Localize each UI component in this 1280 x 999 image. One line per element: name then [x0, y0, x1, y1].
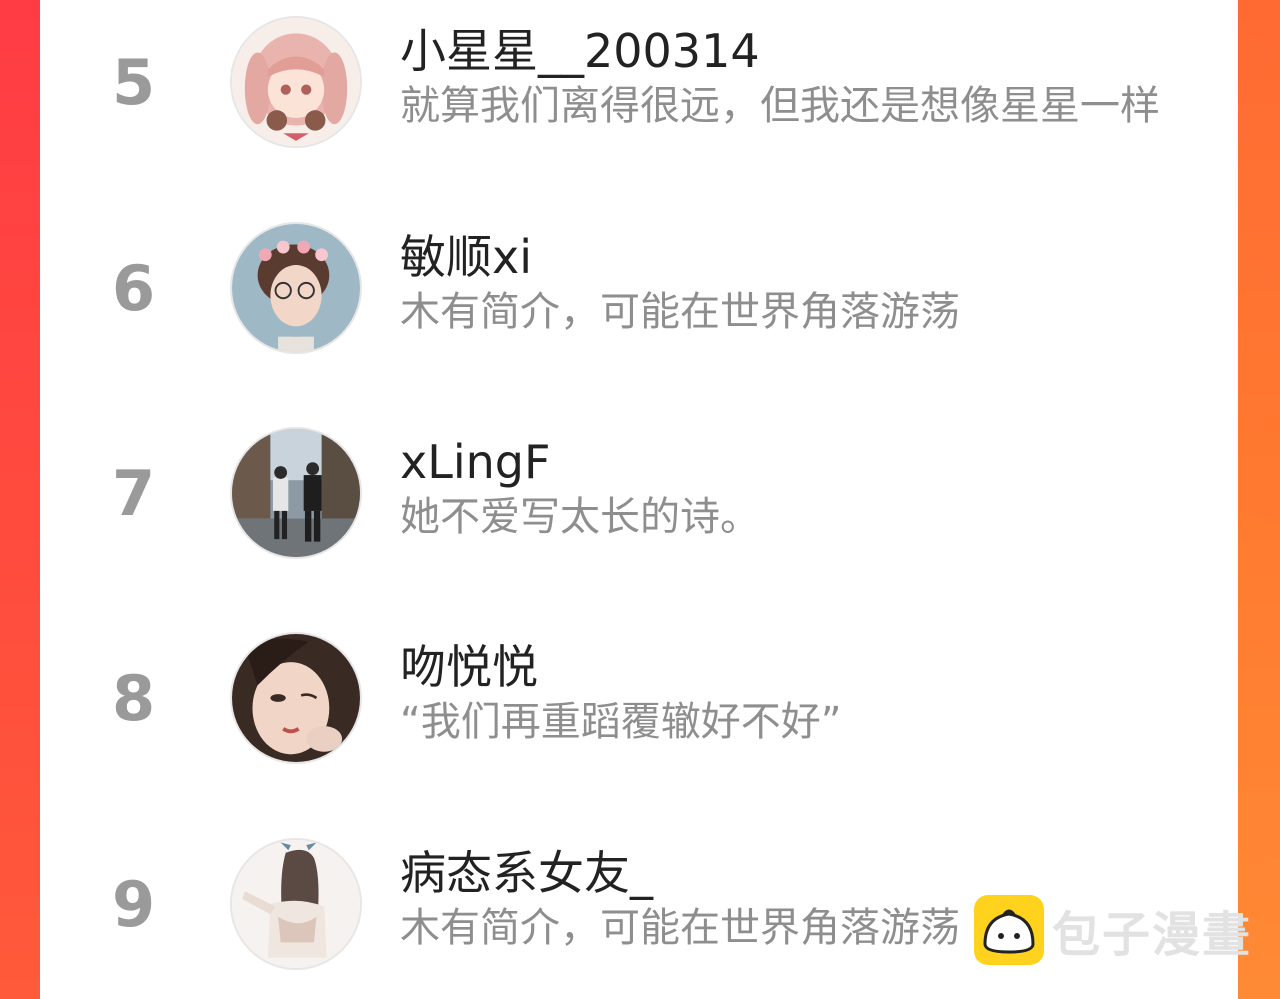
user-bio: 就算我们离得很远，但我还是想像星星一样: [400, 83, 1160, 129]
user-name[interactable]: xLingF: [400, 433, 550, 491]
user-bio: 她不爱写太长的诗。: [400, 494, 760, 540]
rank-number: 5: [112, 46, 156, 119]
girl-portrait-avatar[interactable]: [230, 632, 362, 764]
rank-number: 9: [112, 868, 156, 941]
rank-number: 8: [112, 662, 156, 735]
list-item[interactable]: 5 小星星__200314 就算我们离得很远，但我还是想像星星一样: [40, 12, 1238, 152]
user-name[interactable]: 敏顺xi: [400, 228, 532, 286]
rank-number: 7: [112, 457, 156, 530]
anime-girl-avatar[interactable]: [230, 16, 362, 148]
watermark-text: 包子漫畫: [1052, 907, 1253, 963]
user-name[interactable]: 病态系女友_: [400, 844, 653, 902]
user-bio: 木有简介，可能在世界角落游荡: [400, 289, 960, 335]
couple-street-avatar[interactable]: [230, 427, 362, 559]
bun-logo-icon: [974, 895, 1044, 965]
list-item[interactable]: 6 敏顺xi 木有简介，可能在世界角落游荡: [40, 218, 1238, 358]
user-name[interactable]: 吻悦悦: [400, 638, 538, 696]
right-gradient-border: [1238, 0, 1280, 999]
user-name[interactable]: 小星星__200314: [400, 22, 760, 80]
left-gradient-border: [0, 0, 40, 999]
user-bio: “我们再重蹈覆辙好不好”: [400, 699, 842, 745]
rank-number: 6: [112, 252, 156, 325]
watermark: 包子漫畫: [974, 893, 1252, 967]
list-item[interactable]: 7 xLingF 她不爱写太长的诗。: [40, 423, 1238, 563]
user-bio: 木有简介，可能在世界角落游荡: [400, 905, 960, 951]
ranking-list-panel: 5 小星星__200314 就算我们离得很远，但我还是想像星星一样 6 敏顺xi…: [40, 0, 1238, 999]
boy-flower-crown-avatar[interactable]: [230, 222, 362, 354]
anime-girl-back-avatar[interactable]: [230, 838, 362, 970]
list-item[interactable]: 8 吻悦悦 “我们再重蹈覆辙好不好”: [40, 628, 1238, 768]
